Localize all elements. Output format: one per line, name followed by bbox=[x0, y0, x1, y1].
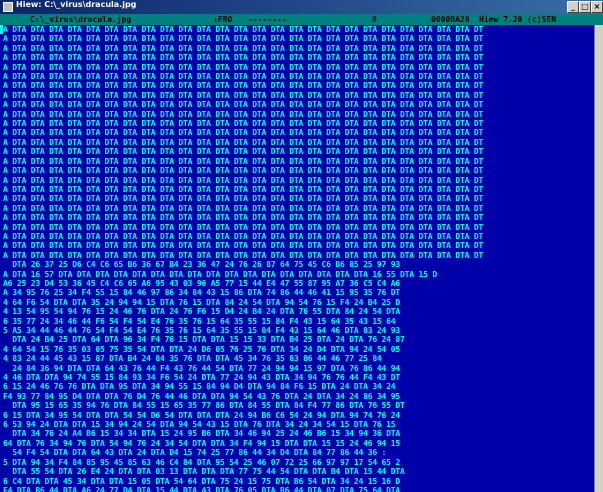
status-bar: C:\_virus\dracula.jpg ↓FRO -------- 0 00… bbox=[0, 14, 603, 25]
dump-line: A DTA DTA DTA DTA DTA DTA DTA DTA DTA DT… bbox=[3, 62, 484, 72]
app-icon bbox=[3, 2, 13, 12]
dump-line: DTA 34 76 24 A4 B6 15 34 34 DTA 15 24 95… bbox=[3, 429, 401, 439]
title-bar[interactable]: Hiew: C:\_virus\dracula.jpg _ □ × bbox=[0, 0, 603, 14]
dump-line: A DTA DTA DTA DTA DTA DTA DTA DTA DTA DT… bbox=[3, 53, 484, 63]
dump-line: A DTA DTA DTA DTA DTA DTA DTA DTA DTA DT… bbox=[3, 81, 484, 91]
mode-dashes: -------- bbox=[248, 15, 287, 24]
dump-line: A DTA DTA DTA DTA DTA DTA DTA DTA DTA DT… bbox=[3, 156, 484, 166]
dump-line: 24 84 36 94 DTA DTA 64 43 76 44 F4 43 76… bbox=[3, 363, 401, 373]
dump-line: A 34 95 76 25 34 F4 55 15 84 46 97 86 34… bbox=[3, 288, 401, 298]
dump-line: 6 C4 DTA DTA 45 34 DTA DTA 15 05 DTA 54 … bbox=[3, 476, 401, 486]
dump-line: A DTA DTA DTA DTA DTA DTA DTA DTA DTA DT… bbox=[3, 137, 484, 147]
vertical-scrollbar[interactable] bbox=[594, 25, 603, 492]
dump-line: 4 64 F6 54 DTA DTA 35 24 94 94 15 DTA 76… bbox=[3, 297, 401, 307]
dump-line: A DTA DTA DTA DTA DTA DTA DTA DTA DTA DT… bbox=[3, 194, 484, 204]
dump-line: A DTA DTA DTA DTA DTA DTA DTA DTA DTA DT… bbox=[3, 147, 484, 157]
dump-line: A DTA DTA DTA DTA DTA DTA DTA DTA DTA DT… bbox=[3, 222, 484, 232]
dump-line: A DTA DTA DTA DTA DTA DTA DTA DTA DTA DT… bbox=[3, 241, 484, 251]
close-button[interactable]: × bbox=[591, 1, 603, 13]
dump-line: 5 DTA 94 34 F4 84 85 95 45 85 63 46 C4 8… bbox=[3, 457, 401, 467]
dump-line: A DTA DTA DTA DTA DTA DTA DTA DTA DTA DT… bbox=[3, 43, 484, 53]
dump-line: A6 25 23 D4 53 36 45 C4 C6 65 A6 95 43 0… bbox=[3, 278, 401, 288]
dump-line: DTA 55 54 DTA 26 E4 24 DTA DTA 03 13 DTA… bbox=[3, 467, 405, 477]
dump-line: A DTA DTA DTA DTA DTA DTA DTA DTA DTA DT… bbox=[3, 231, 484, 241]
dump-line: A DTA DTA DTA DTA DTA DTA DTA DTA DTA DT… bbox=[3, 109, 484, 119]
dump-line: A DTA DTA DTA DTA DTA DTA DTA DTA DTA DT… bbox=[3, 184, 484, 194]
dump-line: 4 13 54 95 54 94 76 15 24 46 76 DTA 24 7… bbox=[3, 307, 401, 317]
dump-line: 5 A5 34 44 46 44 76 54 F4 54 E4 76 35 76… bbox=[3, 326, 401, 335]
status-number: 0 bbox=[372, 15, 377, 24]
file-content-dump: A DTA DTA DTA DTA DTA DTA DTA DTA DTA DT… bbox=[0, 25, 483, 492]
hiew-window: Hiew: C:\_virus\dracula.jpg _ □ × C:\_vi… bbox=[0, 0, 603, 492]
dump-line: 6 15 24 46 76 76 DTA DTA 95 DTA 34 94 55… bbox=[3, 382, 396, 392]
file-offset: 0000BA28 bbox=[431, 15, 470, 24]
dump-line: A DTA DTA DTA DTA DTA DTA DTA DTA DTA DT… bbox=[3, 25, 484, 34]
dump-line: 4 64 54 15 76 35 03 05 75 35 54 DTA DTA … bbox=[3, 344, 401, 354]
window-title: Hiew: C:\_virus\dracula.jpg bbox=[16, 0, 137, 9]
dump-line: DTA 26 37 25 D6 C4 C6 65 B6 36 67 B4 23 … bbox=[3, 260, 401, 270]
dump-line: A DTA DTA DTA DTA DTA DTA DTA DTA DTA DT… bbox=[3, 90, 484, 100]
view-mode: ↓FRO bbox=[213, 15, 233, 24]
dump-line: A DTA DTA DTA DTA DTA DTA DTA DTA DTA DT… bbox=[3, 250, 484, 260]
dump-line: 6 15 DTA 34 95 54 DTA DTA 54 54 D6 54 DT… bbox=[3, 410, 401, 420]
dump-line: A DTA DTA DTA DTA DTA DTA DTA DTA DTA DT… bbox=[3, 100, 484, 110]
dump-line: A DTA DTA DTA DTA DTA DTA DTA DTA DTA DT… bbox=[3, 213, 484, 223]
dump-line: DTA 24 B4 25 DTA 64 DTA 96 34 F4 76 15 D… bbox=[3, 335, 405, 345]
text-cursor bbox=[0, 25, 3, 34]
dump-line: A DTA DTA DTA DTA DTA DTA DTA DTA DTA DT… bbox=[3, 34, 484, 44]
dump-line: 54 F4 54 DTA DTA 64 43 DTA 24 DTA D4 15 … bbox=[3, 448, 387, 458]
file-path: C:\_virus\dracula.jpg bbox=[30, 15, 132, 24]
dump-line: DTA 95 15 65 35 94 76 DTA 84 55 15 65 35… bbox=[3, 401, 405, 411]
minimize-button[interactable]: _ bbox=[567, 1, 579, 13]
dump-line: A DTA DTA DTA DTA DTA DTA DTA DTA DTA DT… bbox=[3, 119, 484, 129]
dump-line: A DTA DTA DTA DTA DTA DTA DTA DTA DTA DT… bbox=[3, 203, 484, 213]
dump-line: A DTA DTA DTA DTA DTA DTA DTA DTA DTA DT… bbox=[3, 72, 484, 82]
dump-line: A DTA DTA DTA DTA DTA DTA DTA DTA DTA DT… bbox=[3, 128, 484, 138]
dump-line: 64 DTA 76 34 94 76 DTA 54 94 76 24 34 54… bbox=[3, 438, 401, 448]
dump-line: A DTA 16 57 DTA DTA DTA DTA DTA DTA DTA … bbox=[3, 269, 437, 279]
maximize-button[interactable]: □ bbox=[579, 1, 591, 13]
dump-line: 4 46 DTA DTA 94 74 55 15 84 93 34 F6 54 … bbox=[3, 373, 401, 383]
text-view-area[interactable]: A DTA DTA DTA DTA DTA DTA DTA DTA DTA DT… bbox=[0, 25, 603, 492]
dump-line: A DTA DTA DTA DTA DTA DTA DTA DTA DTA DT… bbox=[3, 175, 484, 185]
dump-line: F4 DTA B6 44 DTA A6 24 77 D4 DTA 15 44 D… bbox=[3, 485, 401, 492]
dump-line: 6 35 77 24 34 46 44 F6 54 F4 54 E4 76 35… bbox=[3, 316, 396, 326]
dump-line: 4 83 24 44 45 43 15 87 DTA B4 24 84 35 7… bbox=[3, 354, 382, 364]
dump-line: 6 53 94 24 DTA DTA 15 34 94 24 54 DTA 94… bbox=[3, 420, 396, 430]
version-label: Hiew 7.20 (c)SEN bbox=[479, 15, 557, 24]
dump-line: F4 93 77 84 95 D4 DTA DTA 76 D4 76 44 46… bbox=[3, 391, 401, 401]
dump-line: A DTA DTA DTA DTA DTA DTA DTA DTA DTA DT… bbox=[3, 166, 484, 176]
